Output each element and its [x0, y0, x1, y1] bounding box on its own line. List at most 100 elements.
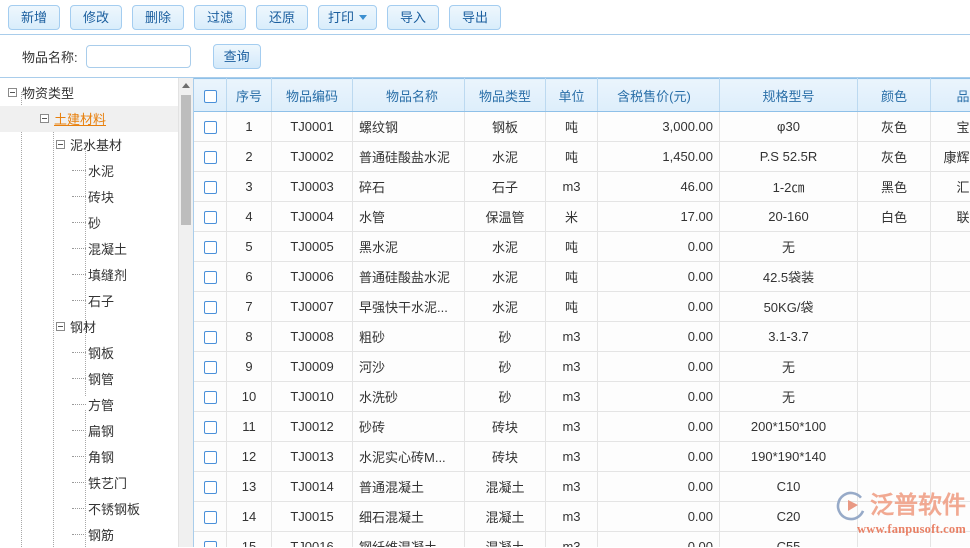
row-checkbox-cell[interactable]	[194, 112, 227, 142]
tree-node[interactable]: 泥水基材	[0, 132, 180, 158]
row-checkbox-cell[interactable]	[194, 262, 227, 292]
delete-button[interactable]: 删除	[132, 5, 184, 30]
tree-node[interactable]: 钢管	[0, 366, 180, 392]
table-row[interactable]: 10TJ0010水洗砂砂m30.00无	[194, 382, 970, 412]
column-header-spec[interactable]: 规格型号	[720, 79, 858, 112]
table-row[interactable]: 13TJ0014普通混凝土混凝土m30.00C10	[194, 472, 970, 502]
tree-node[interactable]: 砖块	[0, 184, 180, 210]
cell-price: 0.00	[598, 382, 720, 412]
row-checkbox-cell[interactable]	[194, 472, 227, 502]
tree-node[interactable]: 砂	[0, 210, 180, 236]
tree-node[interactable]: 方管	[0, 392, 180, 418]
search-input[interactable]	[86, 45, 191, 68]
row-checkbox-cell[interactable]	[194, 172, 227, 202]
column-header-type[interactable]: 物品类型	[465, 79, 546, 112]
tree-collapse-icon[interactable]	[56, 140, 65, 149]
row-checkbox-cell[interactable]	[194, 412, 227, 442]
row-checkbox[interactable]	[204, 121, 217, 134]
tree-node[interactable]: 钢材	[0, 314, 180, 340]
tree-node[interactable]: 物资类型	[0, 80, 180, 106]
column-header-code[interactable]: 物品编码	[272, 79, 353, 112]
add-button[interactable]: 新增	[8, 5, 60, 30]
table-row[interactable]: 15TJ0016钢纤维混凝土混凝土m30.00C55	[194, 532, 970, 548]
table-row[interactable]: 1TJ0001螺纹钢钢板吨3,000.00φ30灰色宝武	[194, 112, 970, 142]
tree-node[interactable]: 水泥	[0, 158, 180, 184]
column-header-price[interactable]: 含税售价(元)	[598, 79, 720, 112]
tree-scrollbar[interactable]	[178, 78, 193, 547]
column-header-brand[interactable]: 品牌	[931, 79, 970, 112]
row-checkbox[interactable]	[204, 181, 217, 194]
table-row[interactable]: 4TJ0004水管保温管米17.0020-160白色联塑	[194, 202, 970, 232]
tree-node[interactable]: 混凝土	[0, 236, 180, 262]
tree-connector-icon	[72, 300, 86, 302]
table-row[interactable]: 3TJ0003碎石石子m346.001-2㎝黑色汇鑫	[194, 172, 970, 202]
import-button[interactable]: 导入	[387, 5, 439, 30]
row-checkbox[interactable]	[204, 211, 217, 224]
row-checkbox-cell[interactable]	[194, 232, 227, 262]
table-row[interactable]: 6TJ0006普通硅酸盐水泥水泥吨0.0042.5袋装	[194, 262, 970, 292]
row-checkbox[interactable]	[204, 481, 217, 494]
cell-price: 46.00	[598, 172, 720, 202]
row-checkbox[interactable]	[204, 151, 217, 164]
column-header-unit[interactable]: 单位	[546, 79, 598, 112]
tree-node[interactable]: 铁艺门	[0, 470, 180, 496]
row-checkbox-cell[interactable]	[194, 352, 227, 382]
filter-button[interactable]: 过滤	[194, 5, 246, 30]
row-checkbox-cell[interactable]	[194, 502, 227, 532]
tree-node[interactable]: 土建材料	[0, 106, 180, 132]
column-header-color[interactable]: 颜色	[858, 79, 931, 112]
table-row[interactable]: 11TJ0012砂砖砖块m30.00200*150*100	[194, 412, 970, 442]
chevron-down-icon[interactable]	[359, 15, 367, 20]
restore-button[interactable]: 还原	[256, 5, 308, 30]
table-row[interactable]: 8TJ0008粗砂砂m30.003.1-3.7	[194, 322, 970, 352]
row-checkbox[interactable]	[204, 301, 217, 314]
scroll-up-arrow-icon[interactable]	[179, 78, 193, 92]
column-header-check[interactable]	[194, 79, 227, 112]
table-row[interactable]: 7TJ0007早强快干水泥...水泥吨0.0050KG/袋	[194, 292, 970, 322]
table-row[interactable]: 14TJ0015细石混凝土混凝土m30.00C20	[194, 502, 970, 532]
tree-node[interactable]: 填缝剂	[0, 262, 180, 288]
row-checkbox-cell[interactable]	[194, 202, 227, 232]
tree-collapse-icon[interactable]	[56, 322, 65, 331]
tree-node[interactable]: 不锈钢板	[0, 496, 180, 522]
row-checkbox[interactable]	[204, 331, 217, 344]
print-button[interactable]: 打印	[318, 5, 377, 30]
row-checkbox[interactable]	[204, 511, 217, 524]
export-button[interactable]: 导出	[449, 5, 501, 30]
row-checkbox[interactable]	[204, 361, 217, 374]
row-checkbox[interactable]	[204, 451, 217, 464]
query-button[interactable]: 查询	[213, 44, 261, 69]
row-checkbox-cell[interactable]	[194, 322, 227, 352]
row-checkbox-cell[interactable]	[194, 292, 227, 322]
row-checkbox[interactable]	[204, 421, 217, 434]
tree-collapse-icon[interactable]	[40, 114, 49, 123]
column-header-name[interactable]: 物品名称	[353, 79, 465, 112]
tree-node[interactable]: 角钢	[0, 444, 180, 470]
table-row[interactable]: 12TJ0013水泥实心砖M...砖块m30.00190*190*140	[194, 442, 970, 472]
row-checkbox[interactable]	[204, 391, 217, 404]
row-checkbox-cell[interactable]	[194, 442, 227, 472]
tree-node[interactable]: 石子	[0, 288, 180, 314]
table-row[interactable]: 2TJ0002普通硅酸盐水泥水泥吨1,450.00P.S 52.5R灰色康辉耐材	[194, 142, 970, 172]
cell-price: 0.00	[598, 292, 720, 322]
tree-node[interactable]: 钢板	[0, 340, 180, 366]
scrollbar-thumb[interactable]	[181, 95, 191, 225]
cell-spec: 50KG/袋	[720, 292, 858, 322]
body-split: 物资类型土建材料泥水基材水泥砖块砂混凝土填缝剂石子钢材钢板钢管方管扁钢角钢铁艺门…	[0, 78, 970, 547]
table-row[interactable]: 9TJ0009河沙砂m30.00无	[194, 352, 970, 382]
table-row[interactable]: 5TJ0005黑水泥水泥吨0.00无	[194, 232, 970, 262]
edit-button[interactable]: 修改	[70, 5, 122, 30]
row-checkbox-cell[interactable]	[194, 142, 227, 172]
row-checkbox[interactable]	[204, 241, 217, 254]
tree-node[interactable]: 钢筋	[0, 522, 180, 547]
select-all-checkbox[interactable]	[204, 90, 217, 103]
row-checkbox[interactable]	[204, 541, 217, 547]
tree-collapse-icon[interactable]	[8, 88, 17, 97]
row-checkbox[interactable]	[204, 271, 217, 284]
column-header-seq[interactable]: 序号	[227, 79, 272, 112]
tree-node[interactable]: 扁钢	[0, 418, 180, 444]
row-checkbox-cell[interactable]	[194, 382, 227, 412]
row-checkbox-cell[interactable]	[194, 532, 227, 548]
cell-code: TJ0003	[272, 172, 353, 202]
cell-code: TJ0001	[272, 112, 353, 142]
